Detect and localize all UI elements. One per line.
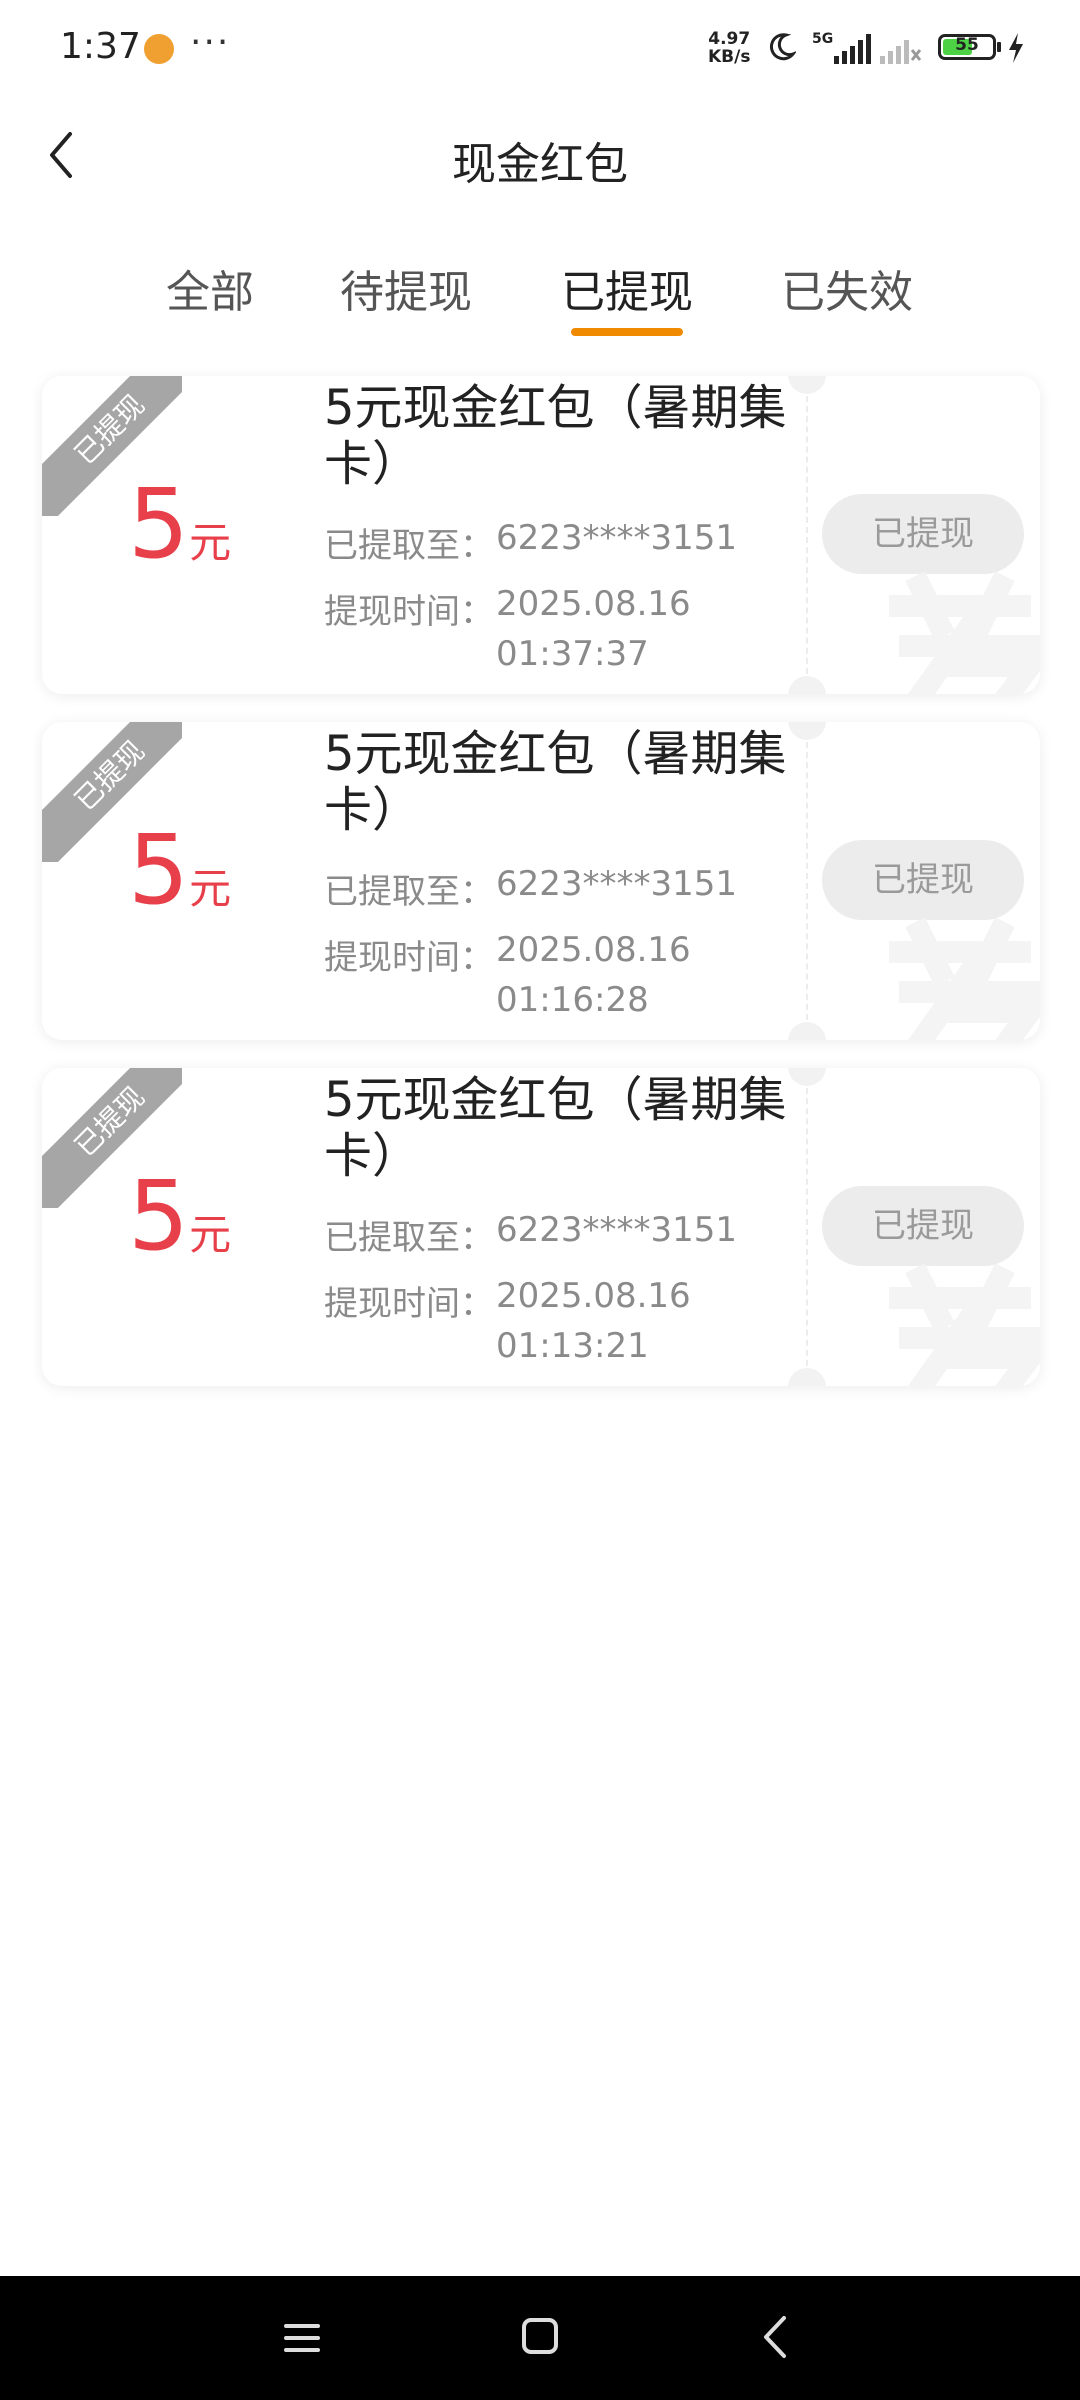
amount: 5元 — [128, 820, 231, 920]
withdrawn-button[interactable]: 已提现 — [822, 494, 1024, 574]
ticket-divider — [806, 1068, 808, 1386]
withdraw-destination: 已提取至： 6223****3151 — [324, 518, 737, 567]
time-date: 2025.08.16 — [496, 1276, 691, 1316]
ticket-divider — [806, 722, 808, 1040]
withdrawn-button[interactable]: 已提现 — [822, 840, 1024, 920]
withdraw-time: 提现时间： 2025.08.16 — [324, 930, 691, 979]
header: 现金红包 — [0, 100, 1080, 210]
destination-value: 6223****3151 — [496, 518, 738, 558]
system-nav-bar — [0, 2276, 1080, 2400]
coupon-watermark-icon — [889, 1263, 1040, 1386]
tab-withdrawn[interactable]: 已提现 — [561, 256, 693, 320]
active-tab-indicator — [571, 328, 683, 336]
withdraw-destination: 已提取至： 6223****3151 — [324, 1210, 737, 1259]
destination-label: 已提取至： — [324, 526, 494, 566]
amount-value: 5 — [128, 468, 190, 580]
status-bar: 1:37 ··· 4.97 KB/s 5G 55 — [0, 0, 1080, 100]
moon-icon — [770, 33, 796, 61]
battery-level: 55 — [955, 35, 979, 55]
redpacket-card[interactable]: 已提现 5元 5元现金红包（暑期集卡） 已提取至： 6223****3151 提… — [42, 376, 1040, 694]
page-title: 现金红包 — [452, 139, 628, 190]
tab-pending[interactable]: 待提现 — [340, 256, 472, 320]
net-speed-value: 4.97 — [708, 29, 751, 49]
time-date: 2025.08.16 — [496, 930, 691, 970]
app-notification-icon — [144, 34, 174, 64]
amount: 5元 — [128, 474, 231, 574]
tab-all[interactable]: 全部 — [166, 256, 254, 320]
card-title: 5元现金红包（暑期集卡） — [324, 380, 787, 492]
time-label: 提现时间： — [324, 592, 494, 632]
back-icon[interactable] — [760, 2314, 790, 2360]
amount-unit: 元 — [189, 864, 232, 913]
network-label: 5G — [812, 31, 833, 47]
net-speed-unit: KB/s — [708, 47, 751, 67]
withdrawn-button[interactable]: 已提现 — [822, 1186, 1024, 1266]
coupon-watermark-icon — [889, 917, 1040, 1040]
time-label: 提现时间： — [324, 1284, 494, 1324]
time-clock: 01:13:21 — [496, 1326, 649, 1366]
charging-icon — [1009, 33, 1023, 63]
battery-icon: 55 — [938, 34, 996, 60]
signal-sim2-icon — [880, 40, 922, 64]
amount-value: 5 — [128, 1160, 190, 1272]
destination-value: 6223****3151 — [496, 864, 738, 904]
amount-unit: 元 — [189, 518, 232, 567]
net-speed: 4.97 KB/s — [708, 30, 750, 66]
redpacket-card[interactable]: 已提现 5元 5元现金红包（暑期集卡） 已提取至： 6223****3151 提… — [42, 1068, 1040, 1386]
amount-value: 5 — [128, 814, 190, 926]
more-notifications-icon: ··· — [190, 22, 231, 63]
withdraw-time: 提现时间： 2025.08.16 — [324, 1276, 691, 1325]
home-icon[interactable] — [520, 2316, 560, 2356]
coupon-watermark-icon — [889, 571, 1040, 694]
destination-label: 已提取至： — [324, 1218, 494, 1258]
time-clock: 01:16:28 — [496, 980, 649, 1020]
destination-value: 6223****3151 — [496, 1210, 738, 1250]
card-title: 5元现金红包（暑期集卡） — [324, 726, 787, 838]
amount-unit: 元 — [189, 1210, 232, 1259]
signal-5g-icon: 5G — [812, 31, 871, 64]
menu-icon[interactable] — [282, 2318, 322, 2358]
tab-expired[interactable]: 已失效 — [781, 256, 913, 320]
withdraw-time: 提现时间： 2025.08.16 — [324, 584, 691, 633]
time-date: 2025.08.16 — [496, 584, 691, 624]
destination-label: 已提取至： — [324, 872, 494, 912]
redpacket-card[interactable]: 已提现 5元 5元现金红包（暑期集卡） 已提取至： 6223****3151 提… — [42, 722, 1040, 1040]
withdraw-destination: 已提取至： 6223****3151 — [324, 864, 737, 913]
time-clock: 01:37:37 — [496, 634, 649, 674]
tab-bar: 全部 待提现 已提现 已失效 — [0, 240, 1080, 340]
amount: 5元 — [128, 1166, 231, 1266]
status-time: 1:37 — [60, 26, 141, 67]
time-label: 提现时间： — [324, 938, 494, 978]
card-title: 5元现金红包（暑期集卡） — [324, 1072, 787, 1184]
ticket-divider — [806, 376, 808, 694]
